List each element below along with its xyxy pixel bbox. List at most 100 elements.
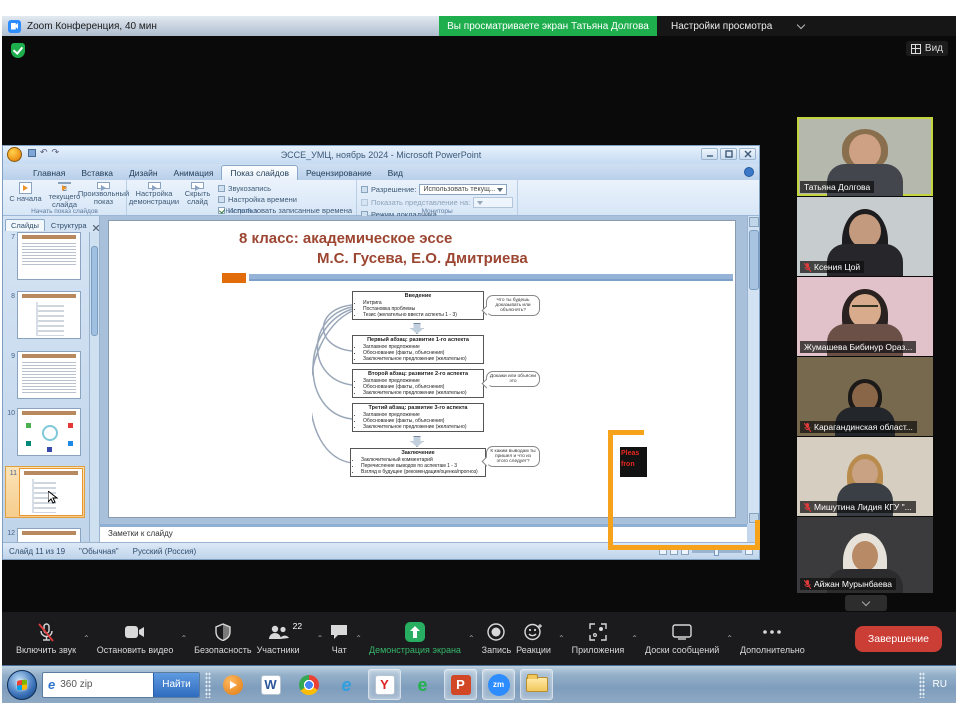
- participant-tile-active-speaker[interactable]: Татьяна Долгова: [797, 117, 933, 196]
- chevron-up-icon[interactable]: ⌃: [466, 634, 477, 643]
- participant-tile[interactable]: Ксения Цой: [797, 197, 933, 276]
- whiteboards-button[interactable]: Доски сообщений: [645, 622, 719, 655]
- more-button[interactable]: Дополнительно: [740, 622, 805, 655]
- slide-thumbnail-10[interactable]: 10: [5, 408, 81, 456]
- taskbar-chrome[interactable]: [292, 669, 325, 700]
- participants-button[interactable]: 22 Участники: [257, 622, 300, 655]
- participant-tile[interactable]: Карагандинская област...: [797, 357, 933, 436]
- security-button[interactable]: Безопасность: [194, 622, 251, 655]
- taskbar-explorer[interactable]: [520, 669, 553, 700]
- notes-pane[interactable]: Заметки к слайду: [100, 524, 747, 542]
- taskbar-zoom[interactable]: zm: [482, 669, 515, 700]
- save-icon[interactable]: [28, 149, 36, 157]
- chat-button[interactable]: Чат: [330, 622, 348, 655]
- tab-design[interactable]: Дизайн: [121, 166, 166, 180]
- slide-thumbnail-12[interactable]: 12: [5, 528, 81, 542]
- taskbar-yandex[interactable]: Y: [368, 669, 401, 700]
- search-button[interactable]: Найти: [153, 673, 199, 697]
- custom-show-button[interactable]: Произвольный показ: [85, 181, 122, 206]
- reactions-icon: [524, 623, 543, 641]
- office-button[interactable]: [7, 147, 22, 162]
- from-beginning-button[interactable]: С начала: [7, 181, 44, 206]
- slide-thumbnail-9[interactable]: 9: [5, 351, 81, 399]
- end-meeting-button[interactable]: Завершение: [855, 626, 942, 652]
- tab-view[interactable]: Вид: [380, 166, 411, 180]
- maximize-button[interactable]: [720, 148, 737, 160]
- undo-icon[interactable]: ↶: [40, 148, 48, 157]
- slideshow-icon: [19, 182, 32, 194]
- taskbar-search[interactable]: e 360 zip Найти: [42, 672, 200, 698]
- apps-button[interactable]: Приложения: [572, 622, 625, 655]
- document-title: ЭССЕ_УМЦ, ноябрь 2024 - Microsoft PowerP…: [3, 150, 759, 160]
- help-icon[interactable]: [744, 167, 754, 177]
- view-layout-button[interactable]: Вид: [906, 41, 948, 56]
- mic-muted-icon: [37, 623, 55, 642]
- taskbar-internet-explorer[interactable]: e: [330, 669, 363, 700]
- quick-access-toolbar[interactable]: ↶ ↷: [28, 148, 59, 157]
- monitor-select[interactable]: [473, 197, 513, 208]
- annotation-line: [755, 520, 760, 550]
- chevron-up-icon[interactable]: ⌃: [724, 634, 735, 643]
- chevron-up-icon[interactable]: ⌃: [178, 634, 189, 643]
- thumbnail-preview: [17, 232, 81, 280]
- stop-video-button[interactable]: Остановить видео: [97, 622, 174, 655]
- participant-tile[interactable]: Мишутина Лидия КГУ "...: [797, 437, 933, 516]
- annotation-line: [608, 545, 760, 550]
- close-button[interactable]: [739, 148, 756, 160]
- start-button[interactable]: [7, 670, 37, 700]
- minimize-button[interactable]: [701, 148, 718, 160]
- mic-muted-icon: [804, 423, 811, 432]
- tab-animation[interactable]: Анимация: [166, 166, 222, 180]
- monitor-icon: [361, 199, 368, 206]
- taskbar-word[interactable]: W: [254, 669, 287, 700]
- rehearse-timings-option[interactable]: Настройка времени: [218, 195, 352, 204]
- chevron-up-icon[interactable]: ⌃: [353, 634, 364, 643]
- panel-tab-outline[interactable]: Структура: [46, 220, 92, 231]
- record-button[interactable]: Запись: [482, 622, 512, 655]
- record-narration-option[interactable]: Звукозапись: [218, 184, 352, 193]
- participant-tile[interactable]: Айжан Мурынбаева: [797, 517, 933, 593]
- taskbar-media-player[interactable]: [216, 669, 249, 700]
- group-label: Начать показ слайдов: [3, 208, 126, 215]
- unmute-button[interactable]: Включить звук: [16, 622, 76, 655]
- redo-icon[interactable]: ↷: [52, 148, 60, 157]
- slide-thumbnail-11-selected[interactable]: 11: [5, 466, 85, 518]
- view-layout-label: Вид: [925, 43, 943, 54]
- slideshow-icon: [58, 182, 71, 184]
- chevron-up-icon[interactable]: ⌃: [556, 634, 567, 643]
- reactions-button[interactable]: Реакции: [516, 622, 551, 655]
- chevron-up-icon[interactable]: ⌃: [81, 634, 92, 643]
- slide-thumbnail-8[interactable]: 8: [5, 291, 81, 339]
- chevron-up-icon[interactable]: ⌃: [315, 634, 326, 643]
- option-icon: [218, 196, 225, 203]
- chat-icon: [330, 624, 348, 640]
- share-screen-button[interactable]: Демонстрация экрана: [369, 622, 461, 655]
- taskbar-powerpoint[interactable]: P: [444, 669, 477, 700]
- tab-insert[interactable]: Вставка: [73, 166, 121, 180]
- hide-slide-button[interactable]: Скрыть слайд: [179, 181, 216, 206]
- chevron-up-icon[interactable]: ⌃: [629, 634, 640, 643]
- security-shield-icon[interactable]: [11, 43, 25, 58]
- setup-slideshow-button[interactable]: Настройка демонстрации: [131, 181, 177, 206]
- tab-home[interactable]: Главная: [25, 166, 73, 180]
- participant-tile[interactable]: Жумашева Бибинур Ораз...: [797, 277, 933, 356]
- slide-thumbnail-7[interactable]: 7: [5, 232, 81, 280]
- close-panel-icon[interactable]: [93, 225, 99, 231]
- participants-icon: [267, 624, 289, 640]
- vertical-scrollbar[interactable]: [747, 216, 759, 524]
- language-switcher[interactable]: RU: [933, 679, 947, 690]
- taskbar-360-browser[interactable]: e: [406, 669, 439, 700]
- grid-view-icon: [911, 44, 921, 54]
- scrollbar-thumb[interactable]: [749, 230, 759, 290]
- zoom-icon: zm: [488, 674, 510, 696]
- panel-tab-slides[interactable]: Слайды: [5, 219, 45, 231]
- tab-review[interactable]: Рецензирование: [298, 166, 380, 180]
- powerpoint-titlebar: ↶ ↷ ЭССЕ_УМЦ, ноябрь 2024 - Microsoft Po…: [3, 146, 759, 164]
- scroll-up-icon[interactable]: [749, 217, 759, 227]
- panel-scrollbar[interactable]: [89, 232, 99, 542]
- collapse-thumbnails-button[interactable]: [845, 595, 887, 611]
- view-options-button[interactable]: Настройки просмотра: [657, 16, 956, 36]
- resolution-row: Разрешение: Использовать текущ...: [361, 184, 513, 195]
- tab-slideshow[interactable]: Показ слайдов: [221, 165, 298, 180]
- resolution-select[interactable]: Использовать текущ...: [419, 184, 507, 195]
